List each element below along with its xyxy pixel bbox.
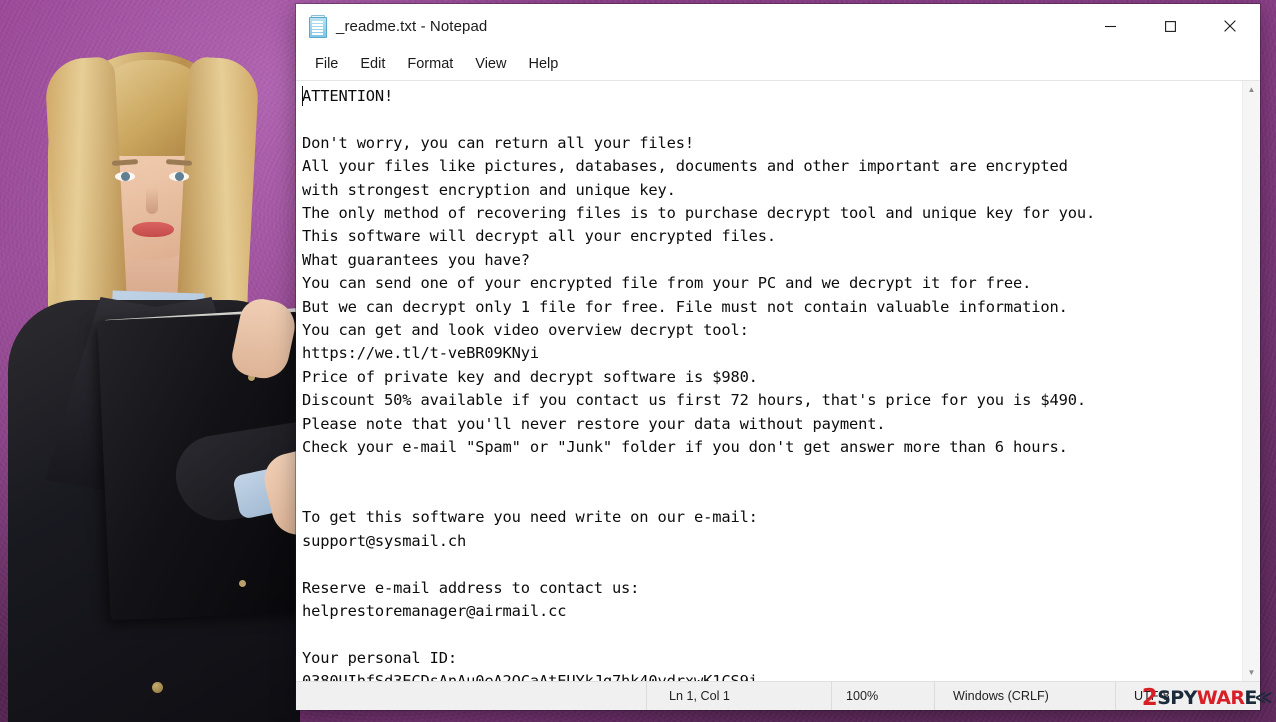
text-caret bbox=[302, 86, 303, 106]
notepad-icon bbox=[308, 15, 327, 38]
watermark-war: WAR bbox=[1196, 687, 1245, 709]
close-button[interactable] bbox=[1200, 4, 1260, 48]
watermark-digit: 2 bbox=[1141, 685, 1158, 711]
title-bar-left: _readme.txt - Notepad bbox=[296, 15, 1080, 38]
minimize-icon bbox=[1104, 25, 1116, 27]
window-title: _readme.txt - Notepad bbox=[336, 17, 488, 35]
menu-item-format[interactable]: Format bbox=[397, 53, 463, 75]
watermark-tail-icon: ≪ bbox=[1254, 688, 1273, 708]
scrollbar-track[interactable] bbox=[1243, 98, 1260, 664]
menu-item-help[interactable]: Help bbox=[518, 53, 568, 75]
text-editor[interactable]: ATTENTION! Don't worry, you can return a… bbox=[296, 81, 1242, 681]
status-zoom-level[interactable]: 100% bbox=[831, 682, 934, 710]
menu-item-view[interactable]: View bbox=[465, 53, 516, 75]
status-bar: Ln 1, Col 1 100% Windows (CRLF) UTF-8 bbox=[296, 681, 1260, 710]
maximize-icon bbox=[1164, 20, 1176, 32]
minimize-button[interactable] bbox=[1080, 4, 1140, 48]
status-line-ending[interactable]: Windows (CRLF) bbox=[934, 682, 1115, 710]
watermark-spy: SPY bbox=[1157, 687, 1197, 709]
ransom-note-text[interactable]: ATTENTION! Don't worry, you can return a… bbox=[302, 85, 1242, 681]
stock-photo-woman bbox=[0, 0, 300, 722]
maximize-button[interactable] bbox=[1140, 4, 1200, 48]
menu-item-edit[interactable]: Edit bbox=[350, 53, 395, 75]
close-icon bbox=[1224, 20, 1236, 32]
desktop-screenshot: _readme.txt - Notepad File Edit Format V… bbox=[0, 0, 1276, 722]
scroll-up-icon[interactable]: ▲ bbox=[1243, 81, 1260, 98]
notepad-window[interactable]: _readme.txt - Notepad File Edit Format V… bbox=[296, 4, 1260, 710]
editor-area[interactable]: ATTENTION! Don't worry, you can return a… bbox=[296, 81, 1260, 681]
menu-item-file[interactable]: File bbox=[305, 53, 348, 75]
scroll-down-icon[interactable]: ▼ bbox=[1243, 664, 1260, 681]
status-cursor-position: Ln 1, Col 1 bbox=[646, 682, 831, 710]
site-watermark: 2 SPY WAR E ≪ bbox=[1141, 685, 1273, 711]
title-bar[interactable]: _readme.txt - Notepad bbox=[296, 4, 1260, 48]
window-controls bbox=[1080, 4, 1260, 48]
menu-bar[interactable]: File Edit Format View Help bbox=[296, 48, 1260, 81]
vertical-scrollbar[interactable]: ▲ ▼ bbox=[1242, 81, 1260, 681]
